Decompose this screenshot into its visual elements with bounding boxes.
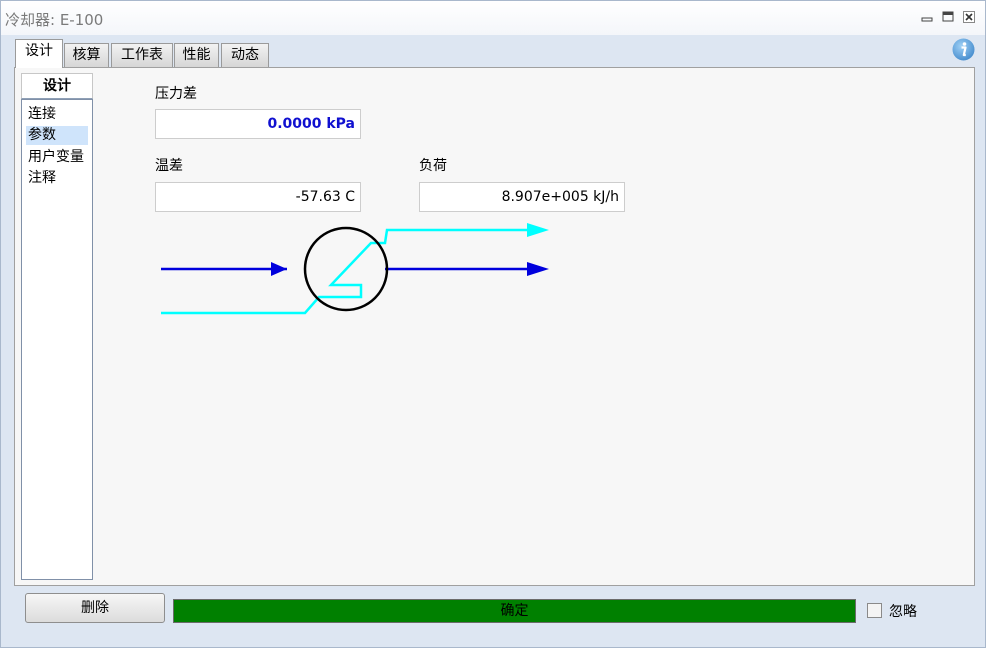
sidebar-list: 连接 参数 用户变量 注释 [21,99,93,580]
temp-difference-field[interactable]: -57.63 C [155,182,361,212]
minimize-icon[interactable] [921,11,933,23]
sidebar-item-user-variables[interactable]: 用户变量 [26,148,84,167]
utility-stream [161,228,537,315]
info-icon[interactable] [952,38,975,61]
sidebar-item-connections[interactable]: 连接 [26,105,56,124]
ignore-label[interactable]: 忽略 [889,601,917,621]
duty-label: 负荷 [419,158,447,174]
restore-icon[interactable] [942,11,954,23]
window-title: 冷却器: E-100 [5,11,104,29]
ignore-checkbox[interactable] [867,603,882,618]
delete-button[interactable]: 删除 [25,593,165,623]
close-icon[interactable] [963,11,975,23]
tab-design[interactable]: 设计 [15,39,63,68]
sidebar-item-notes[interactable]: 注释 [26,169,56,188]
pressure-drop-label: 压力差 [155,86,197,102]
tab-dynamics[interactable]: 动态 [221,43,269,67]
tab-rating[interactable]: 核算 [64,43,109,67]
process-inlet-arrow [271,262,287,276]
duty-field[interactable]: 8.907e+005 kJ/h [419,182,625,212]
title-bar[interactable]: 冷却器: E-100 [1,1,985,35]
cooler-diagram [161,223,549,315]
design-panel: 设计 连接 参数 用户变量 注释 [14,67,975,586]
utility-outlet-arrow [527,223,549,237]
tab-performance[interactable]: 性能 [174,43,219,67]
status-bar[interactable]: 确定 [173,599,856,623]
cooler-window: 冷却器: E-100 设计 核算 工作表 性能 动态 设计 连接 参数 用户变量… [0,0,986,648]
process-outlet-arrow [527,262,549,276]
tab-worksheet[interactable]: 工作表 [111,43,173,67]
pressure-drop-field[interactable]: 0.0000 kPa [155,109,361,139]
sidebar-item-parameters[interactable]: 参数 [26,126,88,145]
sidebar-header: 设计 [21,73,93,99]
temp-difference-label: 温差 [155,158,183,174]
design-sidebar: 设计 连接 参数 用户变量 注释 [21,73,93,580]
